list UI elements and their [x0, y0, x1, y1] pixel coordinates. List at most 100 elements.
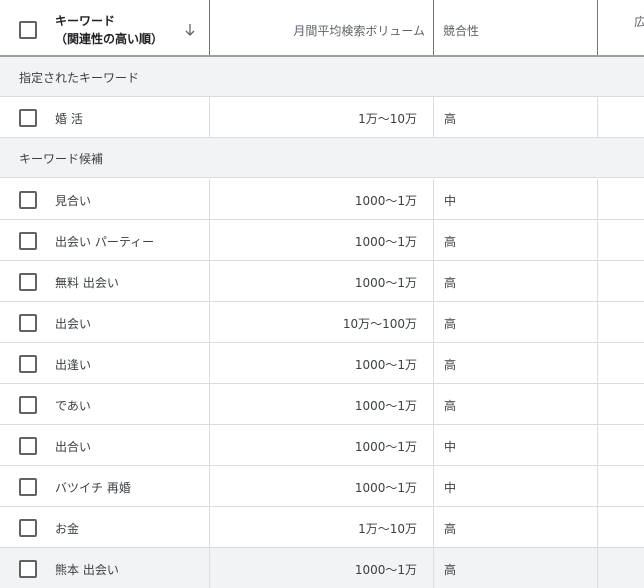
keyword-text: バツイチ 再婚 — [55, 481, 131, 495]
header-ad-column[interactable]: 広 — [599, 0, 644, 55]
keyword-text: 出合い — [55, 440, 92, 454]
header-volume-column[interactable]: 月間平均検索ボリューム — [211, 0, 434, 55]
ad-cell — [599, 261, 644, 301]
row-checkbox[interactable] — [19, 560, 37, 578]
volume-text: 1000～1万 — [354, 440, 417, 454]
section-specified-keywords: 指定されたキーワード — [0, 57, 644, 97]
keyword-cell: 出会い パーティー — [0, 220, 210, 260]
ad-cell — [599, 179, 644, 219]
table-row: 出逢い 1000～1万 高 — [0, 343, 644, 384]
competition-cell: 高 — [435, 548, 598, 588]
competition-text: 中 — [444, 440, 457, 454]
volume-text: 1000～1万 — [354, 399, 417, 413]
keyword-text: 出会い パーティー — [55, 235, 155, 249]
ad-cell — [599, 507, 644, 547]
keyword-text: お金 — [55, 522, 80, 536]
volume-text: 1000～1万 — [354, 276, 417, 290]
keyword-table: キーワード （関連性の高い順） 月間平均検索ボリューム 競合性 広 指定されたキ… — [0, 0, 644, 588]
competition-text: 高 — [444, 235, 457, 249]
ad-cell — [599, 343, 644, 383]
ad-cell — [599, 97, 644, 137]
volume-column-title: 月間平均検索ボリューム — [293, 24, 425, 38]
ad-cell — [599, 302, 644, 342]
ad-cell — [599, 384, 644, 424]
volume-text: 1万～10万 — [358, 522, 417, 536]
row-checkbox[interactable] — [19, 109, 37, 127]
keyword-cell: 出会い — [0, 302, 210, 342]
header-competition-column[interactable]: 競合性 — [435, 0, 598, 55]
ad-cell — [599, 425, 644, 465]
keyword-text: 熊本 出会い — [55, 563, 119, 577]
volume-text: 1万～10万 — [358, 112, 417, 126]
keyword-cell: お金 — [0, 507, 210, 547]
keyword-column-title-line2: （関連性の高い順） — [55, 32, 164, 46]
keyword-cell: 熊本 出会い — [0, 548, 210, 588]
competition-cell: 中 — [435, 179, 598, 219]
select-all-checkbox[interactable] — [19, 21, 37, 39]
table-row: 出会い パーティー 1000～1万 高 — [0, 220, 644, 261]
competition-cell: 高 — [435, 384, 598, 424]
section-keyword-candidates: キーワード候補 — [0, 138, 644, 178]
keyword-cell: 出逢い — [0, 343, 210, 383]
competition-cell: 中 — [435, 425, 598, 465]
keyword-text: 出会い — [55, 317, 92, 331]
competition-text: 高 — [444, 317, 457, 331]
row-checkbox[interactable] — [19, 355, 37, 373]
row-checkbox[interactable] — [19, 191, 37, 209]
volume-cell: 1000～1万 — [211, 548, 434, 588]
volume-cell: 1000～1万 — [211, 466, 434, 506]
table-header: キーワード （関連性の高い順） 月間平均検索ボリューム 競合性 広 — [0, 0, 644, 57]
competition-text: 高 — [444, 112, 457, 126]
competition-cell: 高 — [435, 261, 598, 301]
table-row: 熊本 出会い 1000～1万 高 — [0, 548, 644, 588]
header-keyword-column[interactable]: キーワード （関連性の高い順） — [0, 0, 210, 55]
row-checkbox[interactable] — [19, 519, 37, 537]
volume-text: 1000～1万 — [354, 563, 417, 577]
keyword-text: であい — [55, 399, 91, 413]
competition-cell: 高 — [435, 97, 598, 137]
volume-text: 1000～1万 — [354, 481, 417, 495]
table-row: バツイチ 再婚 1000～1万 中 — [0, 466, 644, 507]
volume-cell: 1000～1万 — [211, 179, 434, 219]
ad-cell — [599, 220, 644, 260]
competition-text: 高 — [444, 399, 457, 413]
row-checkbox[interactable] — [19, 478, 37, 496]
keyword-text: 出逢い — [55, 358, 92, 372]
keyword-cell: バツイチ 再婚 — [0, 466, 210, 506]
competition-text: 中 — [444, 194, 457, 208]
competition-cell: 中 — [435, 466, 598, 506]
competition-text: 中 — [444, 481, 457, 495]
row-checkbox[interactable] — [19, 396, 37, 414]
arrow-down-icon[interactable] — [183, 22, 197, 38]
keyword-cell: 無料 出会い — [0, 261, 210, 301]
volume-text: 10万～100万 — [342, 317, 417, 331]
volume-cell: 1万～10万 — [211, 97, 434, 137]
volume-cell: 1000～1万 — [211, 261, 434, 301]
table-row: 見合い 1000～1万 中 — [0, 179, 644, 220]
volume-text: 1000～1万 — [354, 235, 417, 249]
competition-cell: 高 — [435, 220, 598, 260]
volume-cell: 10万～100万 — [211, 302, 434, 342]
keyword-cell: 見合い — [0, 179, 210, 219]
row-checkbox[interactable] — [19, 437, 37, 455]
keyword-cell: 婚 活 — [0, 97, 210, 137]
competition-text: 高 — [444, 358, 457, 372]
volume-cell: 1万～10万 — [211, 507, 434, 547]
table-row: 出合い 1000～1万 中 — [0, 425, 644, 466]
volume-cell: 1000～1万 — [211, 343, 434, 383]
keyword-text: 無料 出会い — [55, 276, 119, 290]
competition-text: 高 — [444, 563, 457, 577]
table-row: 婚 活 1万～10万 高 — [0, 97, 644, 138]
row-checkbox[interactable] — [19, 232, 37, 250]
keyword-text: 婚 活 — [55, 112, 83, 126]
table-row: であい 1000～1万 高 — [0, 384, 644, 425]
table-row: 出会い 10万～100万 高 — [0, 302, 644, 343]
competition-text: 高 — [444, 276, 457, 290]
row-checkbox[interactable] — [19, 273, 37, 291]
competition-column-title: 競合性 — [443, 24, 480, 38]
volume-text: 1000～1万 — [354, 358, 417, 372]
keyword-column-title[interactable]: キーワード （関連性の高い順） — [55, 12, 163, 48]
row-checkbox[interactable] — [19, 314, 37, 332]
table-row: 無料 出会い 1000～1万 高 — [0, 261, 644, 302]
volume-text: 1000～1万 — [354, 194, 417, 208]
